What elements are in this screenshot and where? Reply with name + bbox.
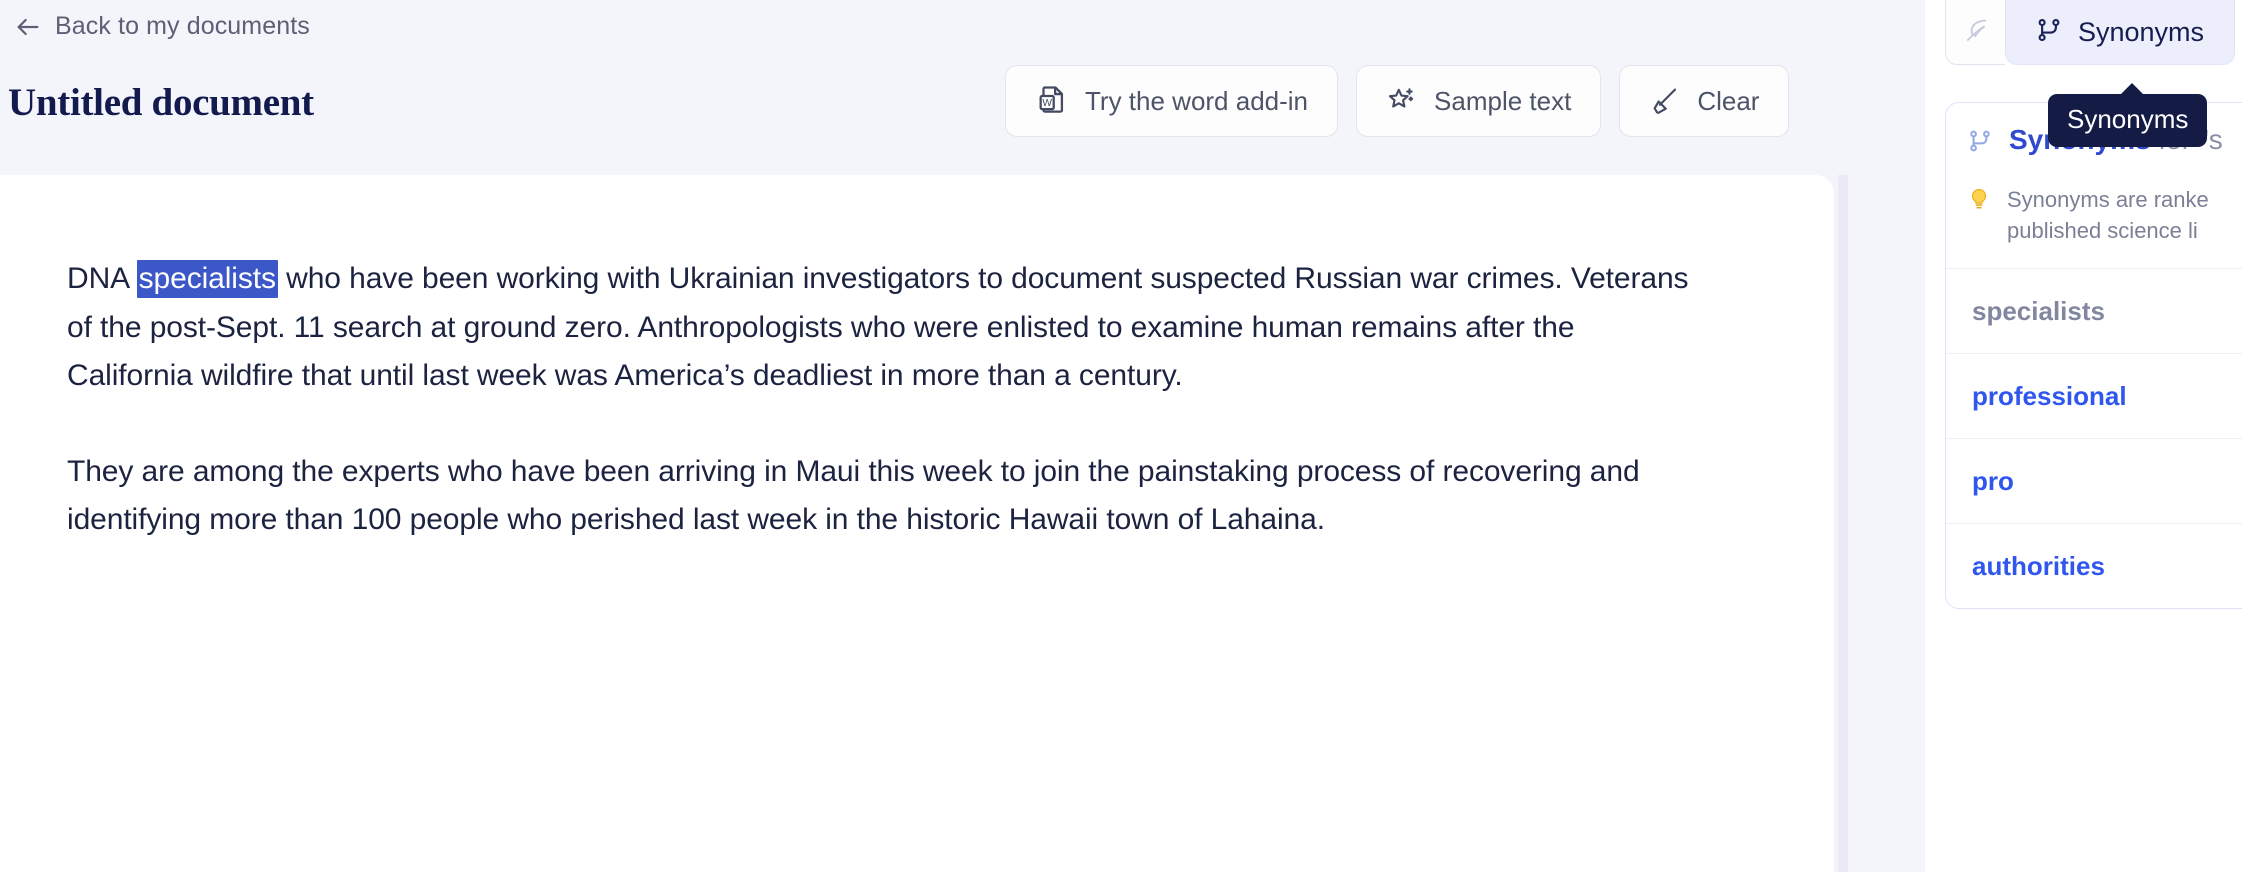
word-document-icon: W <box>1035 84 1069 118</box>
branch-fork-icon <box>2034 15 2064 50</box>
synonyms-tip: Synonyms are ranke published science li <box>2007 184 2209 246</box>
back-to-documents-link[interactable]: Back to my documents <box>8 8 316 45</box>
document-toolbar: W Try the word add-in Sample text Clear <box>1005 65 1790 137</box>
document-sheet[interactable]: DNA specialists who have been working wi… <box>0 175 1834 872</box>
back-link-label: Back to my documents <box>55 12 310 40</box>
clear-label: Clear <box>1697 85 1760 116</box>
try-word-addin-label: Try the word add-in <box>1085 85 1309 116</box>
arrow-left-icon <box>14 13 42 41</box>
clear-button[interactable]: Clear <box>1619 65 1790 137</box>
synonym-item-authorities[interactable]: authorities <box>1946 523 2242 608</box>
tab-writing-assistant[interactable] <box>1945 0 2005 65</box>
sparkle-star-icon <box>1386 85 1418 117</box>
try-word-addin-button[interactable]: W Try the word add-in <box>1005 65 1339 137</box>
synonym-item-pro[interactable]: pro <box>1946 438 2242 523</box>
synonym-item-professional[interactable]: professional <box>1946 353 2242 438</box>
synonym-item-current: specialists <box>1946 268 2242 353</box>
paragraph-1-lead: DNA <box>67 262 137 295</box>
tab-synonyms[interactable]: Synonyms <box>2005 0 2235 65</box>
synonyms-card: Synonyms for "s Synonyms are ranke publi… <box>1945 102 2242 609</box>
document-text-area[interactable]: DNA specialists who have been working wi… <box>67 255 1754 545</box>
paragraph-1-rest: who have been working with Ukrainian inv… <box>67 262 1689 392</box>
synonyms-tooltip: Synonyms <box>2048 83 2208 147</box>
sample-text-button[interactable]: Sample text <box>1356 65 1602 137</box>
tab-synonyms-label: Synonyms <box>2077 16 2205 47</box>
paragraph-1[interactable]: DNA specialists who have been working wi… <box>67 255 1697 401</box>
sample-text-label: Sample text <box>1434 85 1572 116</box>
synonyms-tip-line-1: Synonyms are ranke <box>2007 187 2209 212</box>
app-root: Back to my documents Untitled document W… <box>0 0 2242 872</box>
branch-fork-icon <box>1966 127 1994 160</box>
editor-column: Back to my documents Untitled document W… <box>0 0 1925 872</box>
document-scrollbar[interactable] <box>1838 175 1848 872</box>
side-panel-tabs: Synonyms <box>1945 0 2235 65</box>
synonyms-tip-line-2: published science li <box>2007 218 2198 243</box>
svg-text:W: W <box>1042 98 1052 109</box>
lightbulb-icon <box>1966 186 1992 217</box>
selected-word-specialists[interactable]: specialists <box>136 260 278 298</box>
page-title: Untitled document <box>8 81 314 124</box>
paragraph-2[interactable]: They are among the experts who have been… <box>67 448 1697 545</box>
eraser-icon <box>1649 85 1681 117</box>
quill-feather-icon <box>1961 15 1991 50</box>
